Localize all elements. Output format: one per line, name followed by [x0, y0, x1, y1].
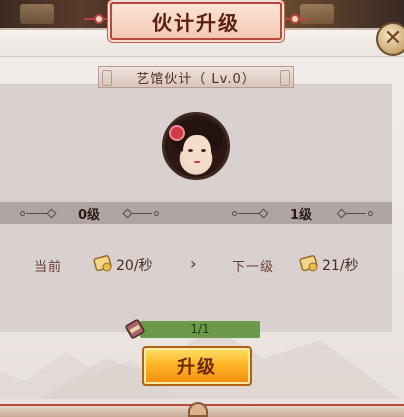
ornament-line: [132, 213, 152, 214]
current-level: 0级: [78, 208, 101, 223]
worker-name: 艺馆伙计（ Lv.0）: [136, 71, 256, 87]
ornament-line: [26, 213, 48, 214]
ornament-line: [346, 213, 366, 214]
scroll-coin-icon: [299, 255, 318, 272]
worker-avatar: [162, 112, 230, 180]
title-knob: [290, 14, 300, 24]
ornament-icon: [232, 211, 237, 216]
ornament-icon: [20, 211, 25, 216]
ornament-line: [238, 213, 260, 214]
dialog-title: 伙计升级: [110, 2, 282, 40]
bottom-ornament: [188, 402, 208, 417]
current-label: 当前: [34, 260, 63, 275]
progress-text: 1/1: [190, 322, 210, 336]
next-income: 21/秒: [322, 258, 359, 274]
scroll-coin-icon: [93, 255, 112, 272]
chevron-right-icon: ›: [190, 254, 197, 273]
upgrade-button[interactable]: 升级: [142, 346, 252, 386]
current-income: 20/秒: [116, 258, 153, 274]
dialog-title-text: 伙计升级: [152, 10, 240, 35]
title-knob: [94, 14, 104, 24]
next-label: 下一级: [232, 260, 275, 275]
hair-flower-icon: [171, 127, 183, 139]
upgrade-button-label: 升级: [177, 357, 217, 378]
next-level: 1级: [290, 208, 313, 223]
ornament-icon: [154, 211, 159, 216]
level-bar: [0, 202, 392, 224]
scroll-item-icon: [125, 319, 145, 339]
worker-name-plate: 艺馆伙计（ Lv.0）: [98, 66, 294, 88]
close-icon: ✕: [383, 26, 403, 51]
close-button[interactable]: ✕: [376, 22, 404, 56]
ornament-icon: [368, 211, 373, 216]
